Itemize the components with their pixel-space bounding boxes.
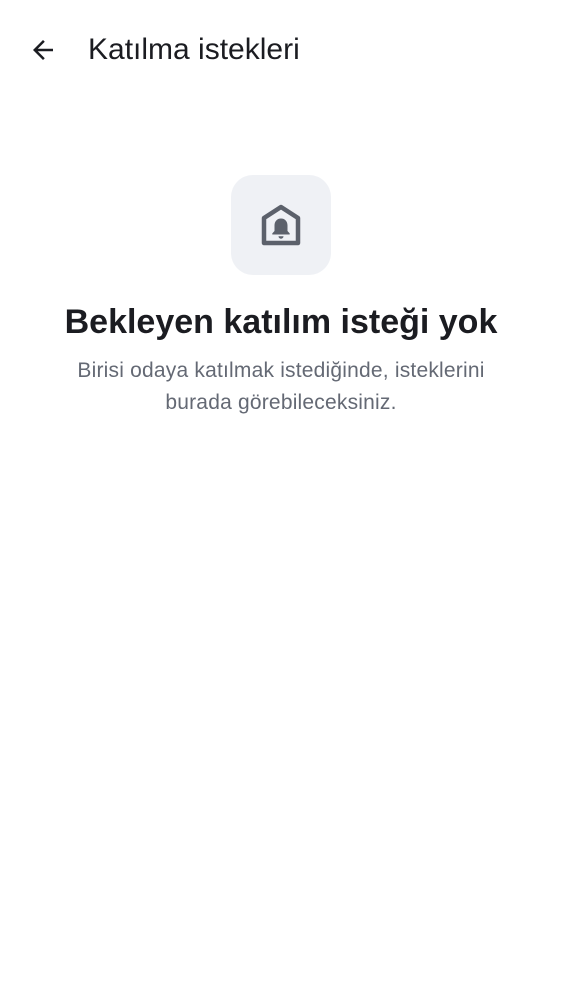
top-app-bar: Katılma istekleri bbox=[0, 0, 562, 100]
arrow-left-icon bbox=[28, 35, 58, 65]
empty-state-icon-tile bbox=[231, 175, 331, 275]
page-title: Katılma istekleri bbox=[88, 33, 300, 66]
empty-state-heading: Bekleyen katılım isteği yok bbox=[64, 303, 498, 341]
empty-state-description: Birisi odaya katılmak istediğinde, istek… bbox=[77, 359, 485, 414]
home-bell-icon bbox=[259, 203, 303, 247]
empty-state: Bekleyen katılım isteği yok Birisi odaya… bbox=[0, 175, 562, 419]
back-button[interactable] bbox=[22, 29, 64, 71]
